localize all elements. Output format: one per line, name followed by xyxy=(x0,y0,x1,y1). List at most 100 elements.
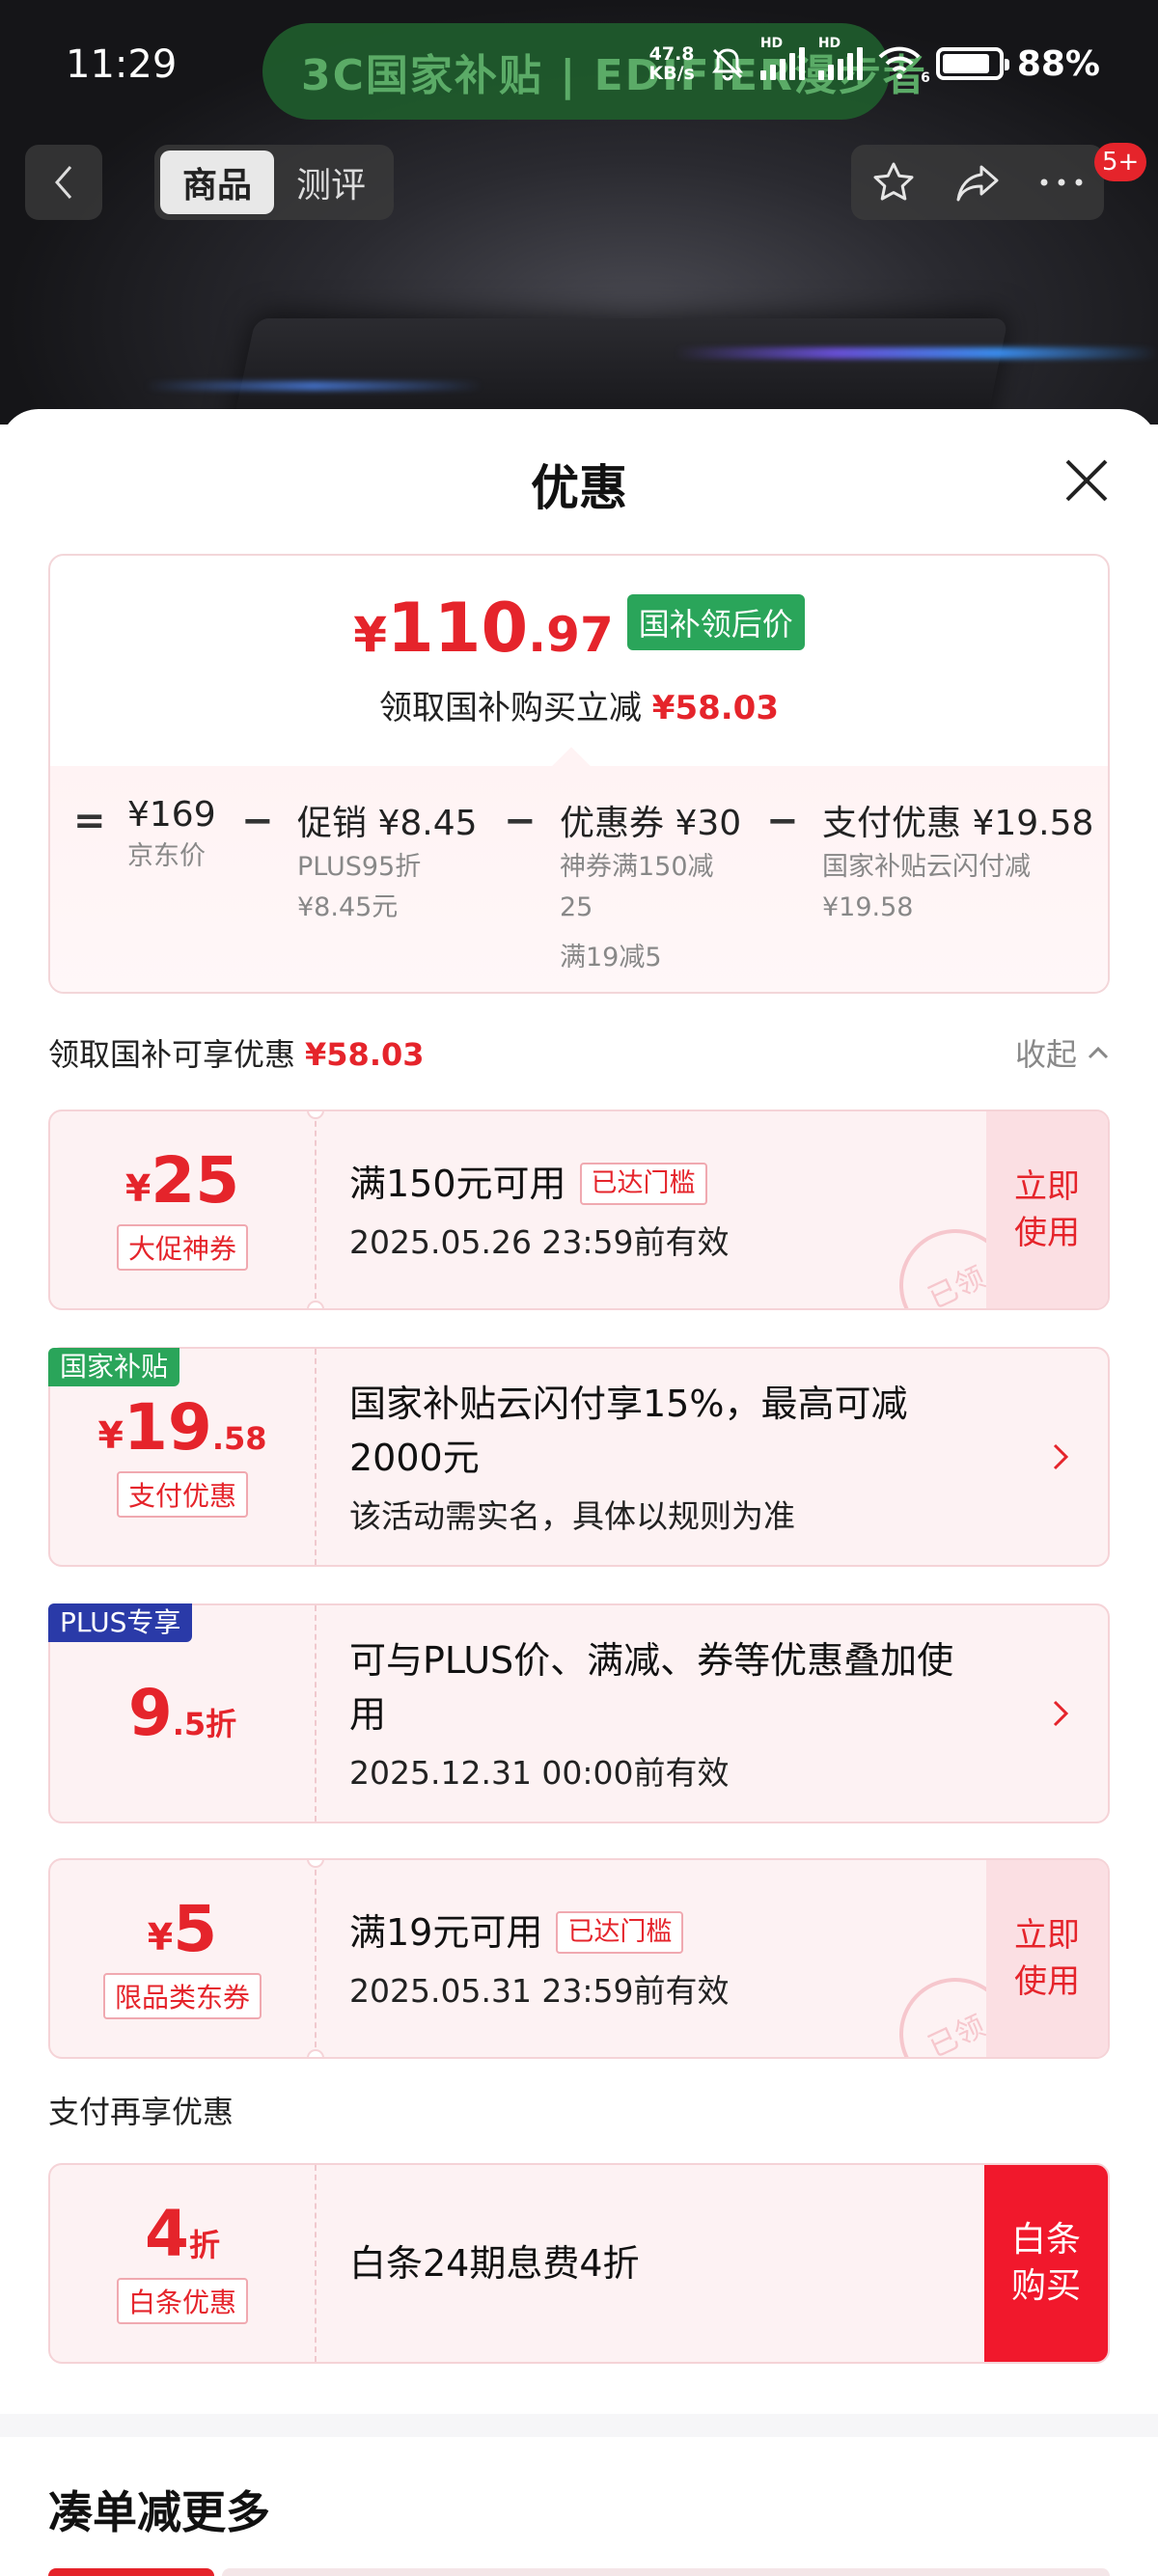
coupon-number: 25 xyxy=(151,1143,240,1218)
collapse-label: 收起 xyxy=(1014,1036,1077,1073)
use-now-button[interactable]: 立即使用 xyxy=(986,1860,1108,2057)
coupon-value: ¥5 限品类东券 xyxy=(50,1860,315,2057)
breakdown-head: 优惠券 ¥30 xyxy=(560,804,742,843)
status-time: 11:29 xyxy=(66,42,178,87)
signal-icon-2: HD xyxy=(817,36,863,80)
baitiao-buy-label: 白条购买 xyxy=(1010,2220,1081,2306)
minus-sign: − xyxy=(241,799,274,843)
discount-sheet: 优惠 ¥110.97 国补领后价 领取国补购买立减 ¥58.03 = ¥169 … xyxy=(0,409,1158,2576)
product-nav-tabs: 商品 测评 xyxy=(154,145,394,220)
chevron-right-icon xyxy=(1053,1443,1069,1470)
share-button[interactable] xyxy=(949,153,1006,211)
breakdown-head: 促销 ¥8.45 xyxy=(297,804,478,843)
coupon-validity: 2025.12.31 00:00前有效 xyxy=(349,1754,730,1792)
breakdown-promotion: 促销 ¥8.45 PLUS95折 ¥8.45元 xyxy=(297,795,478,926)
coupon-number: 4 xyxy=(145,2197,189,2271)
use-now-button[interactable]: 立即使用 xyxy=(986,1111,1108,1308)
wifi-icon: 6 xyxy=(876,43,930,86)
breakdown-note: 神券满150减 xyxy=(560,852,714,882)
bundle-tab-active[interactable] xyxy=(48,2568,214,2576)
more-button[interactable] xyxy=(1033,153,1090,211)
message-count-badge: 5+ xyxy=(1094,143,1147,181)
coupon-card[interactable]: ¥5 限品类东券 满19元可用 已达门槛 2025.05.31 23:59前有效… xyxy=(48,1858,1110,2059)
coupon-number: 9 xyxy=(127,1676,173,1750)
coupon-type-tag: 支付优惠 xyxy=(116,1471,248,1518)
signal-icon-1: HD xyxy=(759,36,805,80)
bundle-tabs xyxy=(48,2568,1110,2576)
chevron-left-icon xyxy=(55,166,72,199)
close-button[interactable] xyxy=(1060,453,1114,507)
breakdown-note-extra: 满19减5 xyxy=(560,943,662,973)
section-amount: ¥58.03 xyxy=(305,1036,425,1073)
price-currency: ¥ xyxy=(353,607,388,663)
breakdown-note: 国家补贴云闪付减 xyxy=(822,852,1031,882)
coupon-value: ¥25 大促神券 xyxy=(50,1111,315,1308)
coupon-type-tag: 限品类东券 xyxy=(102,1973,262,2019)
breakdown-note: ¥8.45元 xyxy=(297,892,399,922)
bell-mute-icon xyxy=(711,48,743,81)
coupon-amount: ¥19.58 xyxy=(98,1396,267,1460)
star-icon xyxy=(873,162,914,201)
coupon-divider xyxy=(315,1605,317,1822)
price-breakdown: = ¥169 京东价 − 促销 ¥8.45 PLUS95折 ¥8.45元 − 优… xyxy=(50,766,1108,992)
coupon-title: 满150元可用 xyxy=(349,1163,566,1205)
rgb-light-strip xyxy=(676,347,1158,359)
coupon-details: 白条24期息费4折 xyxy=(349,2165,1015,2362)
coupon-currency: ¥ xyxy=(97,1414,124,1457)
battery-icon xyxy=(935,47,1009,80)
section-separator xyxy=(0,2414,1158,2437)
subsidy-offers-header: 领取国补可享优惠 ¥58.03 收起 xyxy=(48,1030,1110,1075)
coupon-card[interactable]: ¥25 大促神券 满150元可用 已达门槛 2025.05.26 23:59前有… xyxy=(48,1110,1110,1310)
coupon-title: 可与PLUS价、满减、券等优惠叠加使用 xyxy=(349,1639,954,1736)
section-label: 领取国补可享优惠 xyxy=(48,1036,296,1073)
bundle-tab[interactable] xyxy=(222,2568,1110,2576)
network-speed-value: 47.8 xyxy=(648,43,695,65)
baitiao-offer-card[interactable]: 4折 白条优惠 白条24期息费4折 白条购买 xyxy=(48,2163,1110,2364)
coupon-amount: ¥25 xyxy=(125,1149,239,1213)
coupon-card[interactable]: ¥19.58 支付优惠 国家补贴云闪付享15%，最高可减2000元 该活动需实名… xyxy=(48,1347,1110,1567)
coupon-number: 19 xyxy=(123,1390,212,1465)
coupon-notch xyxy=(307,2049,324,2057)
bundle-more-title: 凑单减更多 xyxy=(48,2486,270,2538)
back-button[interactable] xyxy=(25,145,102,220)
coupon-number: 5 xyxy=(173,1892,218,1966)
coupon-divider xyxy=(315,1111,317,1308)
threshold-reached-tag: 已达门槛 xyxy=(556,1911,684,1954)
coupon-title: 国家补贴云闪付享15%，最高可减2000元 xyxy=(349,1383,908,1479)
price-subtitle-amount: ¥58.03 xyxy=(651,689,779,727)
coupon-details: 可与PLUS价、满减、券等优惠叠加使用 2025.12.31 00:00前有效 xyxy=(349,1605,967,1822)
favorite-button[interactable] xyxy=(865,153,923,211)
coupon-note: 该活动需实名，具体以规则为准 xyxy=(349,1497,795,1535)
tab-review[interactable]: 测评 xyxy=(274,151,388,214)
breakdown-note: 25 xyxy=(560,892,593,922)
coupon-currency: ¥ xyxy=(147,1916,174,1959)
chevron-right-icon xyxy=(1053,1700,1069,1727)
nav-actions xyxy=(851,145,1104,220)
coupon-notch xyxy=(307,1301,324,1308)
baitiao-buy-button[interactable]: 白条购买 xyxy=(984,2165,1108,2362)
status-bar: 11:29 3C国家补贴 | EDIFIER漫步者 47.8 KB/s HD H… xyxy=(0,0,1158,135)
sheet-title: 优惠 xyxy=(531,460,627,516)
price-subtitle: 领取国补购买立减 ¥58.03 xyxy=(50,681,1108,728)
breakdown-note: 京东价 xyxy=(127,841,206,871)
coupon-title-row: 满19元可用 已达门槛 xyxy=(349,1905,1015,1959)
coupon-card[interactable]: 9.5折 可与PLUS价、满减、券等优惠叠加使用 2025.12.31 00:0… xyxy=(48,1603,1110,1823)
coupon-title-row: 满150元可用 已达门槛 xyxy=(349,1157,1015,1211)
national-subsidy-tag: 国家补贴 xyxy=(48,1348,180,1386)
battery-percent: 88% xyxy=(1016,43,1100,84)
coupon-details: 国家补贴云闪付享15%，最高可减2000元 该活动需实名，具体以规则为准 xyxy=(349,1349,967,1565)
coupon-value: 4折 白条优惠 xyxy=(50,2165,315,2362)
breakdown-payment: 支付优惠 ¥19.58 国家补贴云闪付减 ¥19.58 xyxy=(822,795,1093,926)
use-now-label: 立即使用 xyxy=(1014,1916,1080,2001)
status-icons: 47.8 KB/s HD HD 6 88% xyxy=(648,36,1100,89)
coupon-type-tag: 白条优惠 xyxy=(116,2278,248,2324)
network-speed: 47.8 KB/s xyxy=(648,44,694,83)
hd-label: HD xyxy=(759,36,784,51)
breakdown-note: PLUS95折 xyxy=(297,852,422,882)
tab-product[interactable]: 商品 xyxy=(160,151,274,214)
threshold-reached-tag: 已达门槛 xyxy=(579,1163,707,1205)
coupon-amount: 9.5折 xyxy=(128,1682,236,1745)
collapse-toggle[interactable]: 收起 xyxy=(1015,1030,1110,1075)
payment-offers-header: 支付再享优惠 xyxy=(48,2088,1110,2132)
minus-sign: − xyxy=(766,799,799,843)
